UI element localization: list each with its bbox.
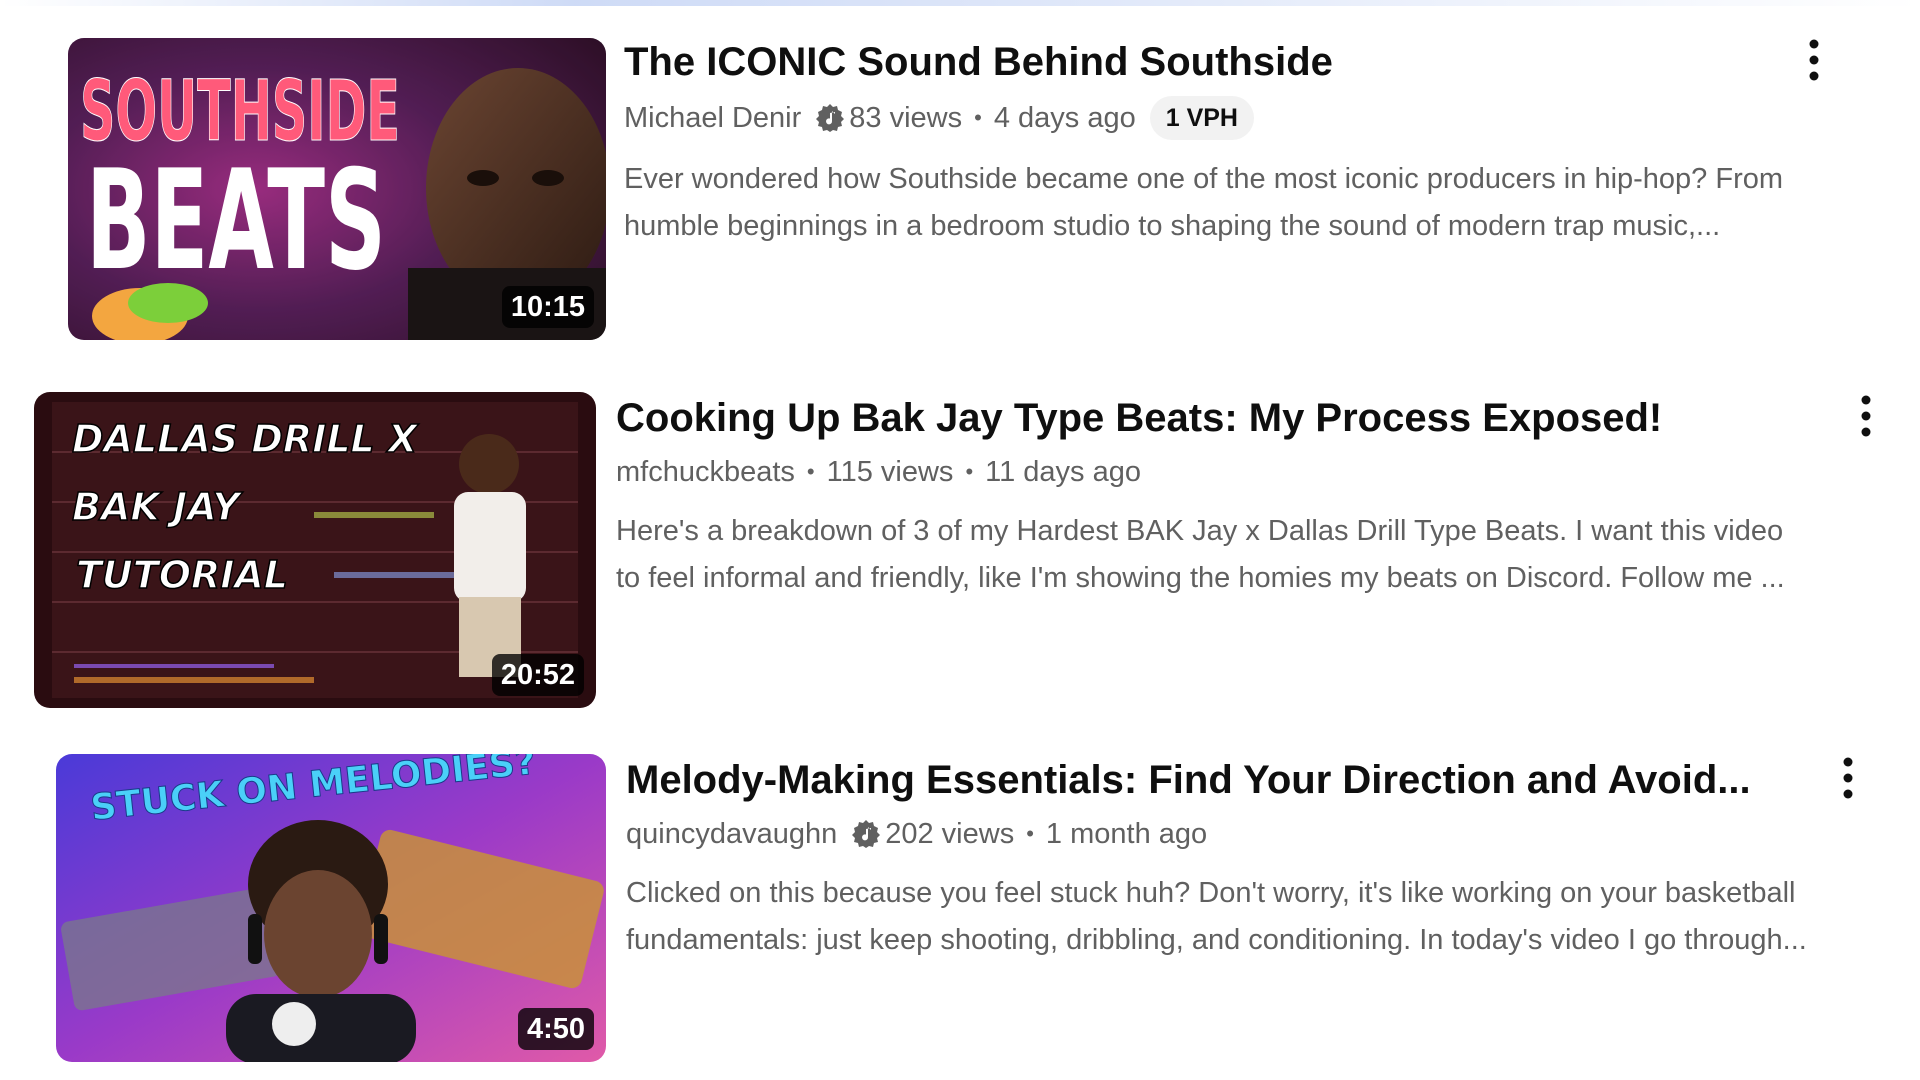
music-note-verified-icon bbox=[851, 819, 881, 849]
more-vert-icon bbox=[1843, 757, 1853, 799]
meta-separator: • bbox=[965, 459, 974, 484]
music-note-verified-icon bbox=[815, 103, 845, 133]
video-meta: mfchuckbeats • 115 views • 11 days ago bbox=[616, 452, 1785, 492]
more-vert-icon bbox=[1809, 39, 1819, 81]
video-thumbnail-3[interactable]: STUCK ON MELODIES? 4:50 bbox=[56, 754, 606, 1062]
view-count: 202 views bbox=[885, 818, 1015, 850]
video-description: Here's a breakdown of 3 of my Hardest BA… bbox=[616, 508, 1785, 602]
channel-name[interactable]: Michael Denir bbox=[624, 98, 801, 138]
more-vert-icon bbox=[1861, 395, 1871, 437]
video-thumbnail-2[interactable]: DALLAS DRILL X BAK JAY TUTORIAL 20:52 bbox=[34, 392, 596, 708]
video-title[interactable]: Cooking Up Bak Jay Type Beats: My Proces… bbox=[616, 394, 1785, 442]
description-line: humble beginnings in a bedroom studio to… bbox=[624, 210, 1721, 242]
video-meta: quincydavaughn 202 views • 1 month ago bbox=[626, 814, 1807, 854]
view-count: 115 views bbox=[826, 456, 954, 488]
thumbnail-text-bakjay: BAK JAY bbox=[72, 485, 243, 529]
video-description: Ever wondered how Southside became one o… bbox=[624, 156, 1783, 250]
description-line: to feel informal and friendly, like I'm … bbox=[616, 562, 1785, 594]
upload-age: 4 days ago bbox=[993, 102, 1136, 134]
upload-age: 11 days ago bbox=[985, 456, 1142, 488]
video-info-1: The ICONIC Sound Behind Southside Michae… bbox=[624, 38, 1783, 250]
meta-separator: • bbox=[1026, 821, 1034, 846]
channel-name[interactable]: mfchuckbeats bbox=[616, 452, 795, 492]
top-edge-strip bbox=[0, 0, 1920, 6]
view-count: 83 views bbox=[849, 102, 963, 134]
meta-separator: • bbox=[974, 105, 982, 130]
description-line: fundamentals: just keep shooting, dribbl… bbox=[626, 924, 1807, 956]
vph-badge: 1 VPH bbox=[1149, 96, 1254, 140]
description-line: Here's a breakdown of 3 of my Hardest BA… bbox=[616, 515, 1784, 547]
thumbnail-text-tutorial: TUTORIAL bbox=[76, 553, 288, 597]
video-duration: 4:50 bbox=[517, 1008, 594, 1050]
channel-name[interactable]: quincydavaughn bbox=[626, 814, 837, 854]
video-duration: 10:15 bbox=[501, 286, 594, 328]
video-info-2: Cooking Up Bak Jay Type Beats: My Proces… bbox=[616, 394, 1785, 602]
meta-separator: • bbox=[806, 459, 815, 484]
thumbnail-text-dallas: DALLAS DRILL X bbox=[72, 417, 419, 461]
search-results-page: SOUTHSIDE BEATS 10:15 The ICONIC Sound B… bbox=[0, 0, 1920, 1080]
video-thumbnail-1[interactable]: SOUTHSIDE BEATS 10:15 bbox=[68, 38, 606, 340]
upload-age: 1 month ago bbox=[1045, 818, 1208, 850]
thumbnail-text-beats: BEATS bbox=[86, 140, 386, 301]
video-title[interactable]: Melody-Making Essentials: Find Your Dire… bbox=[626, 756, 1807, 804]
more-options-button[interactable] bbox=[1792, 34, 1836, 94]
video-title[interactable]: The ICONIC Sound Behind Southside bbox=[624, 38, 1783, 86]
more-options-button[interactable] bbox=[1844, 390, 1888, 450]
description-line: Ever wondered how Southside became one o… bbox=[624, 163, 1784, 195]
video-duration: 20:52 bbox=[491, 654, 584, 696]
video-info-3: Melody-Making Essentials: Find Your Dire… bbox=[626, 756, 1807, 964]
more-options-button[interactable] bbox=[1826, 752, 1870, 812]
description-line: Clicked on this because you feel stuck h… bbox=[626, 877, 1796, 909]
video-meta: Michael Denir 83 views • 4 days ago 1 VP… bbox=[624, 96, 1783, 140]
video-description: Clicked on this because you feel stuck h… bbox=[626, 870, 1807, 964]
